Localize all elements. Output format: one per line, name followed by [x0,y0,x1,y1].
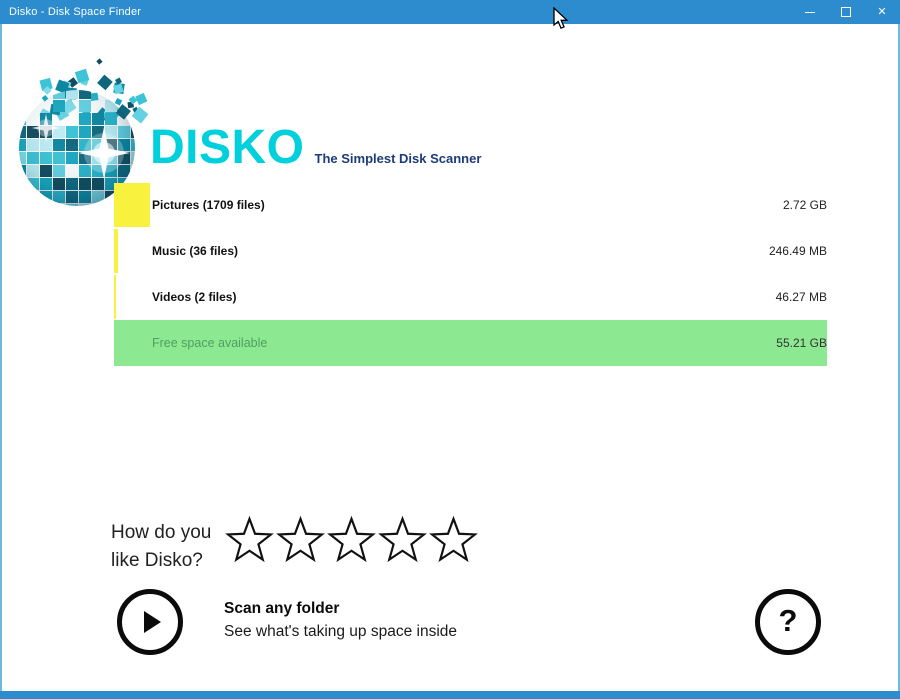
close-icon: ✕ [877,7,886,18]
minimize-button[interactable] [792,0,828,24]
free-space-label: Free space available [152,336,267,350]
rating-question: How do you like Disko? [111,519,211,574]
usage-bar [114,183,150,227]
titlebar[interactable]: Disko - Disk Space Finder ✕ [0,0,900,24]
star-icon[interactable] [276,516,325,563]
star-rating [225,516,478,563]
rating-question-line1: How do you [111,519,211,547]
folder-size: 46.27 MB [776,290,827,304]
scan-subtitle: See what's taking up space inside [224,623,457,641]
folder-row-videos[interactable]: Videos (2 files) 46.27 MB [114,274,827,320]
star-icon[interactable] [429,516,478,563]
bottom-accent-bar [0,691,900,699]
folder-size: 2.72 GB [783,198,827,212]
folder-row-music[interactable]: Music (36 files) 246.49 MB [114,228,827,274]
folder-size: 246.49 MB [769,244,827,258]
free-space-row: Free space available 55.21 GB [114,320,827,366]
scan-title: Scan any folder [224,600,457,618]
folder-label: Pictures (1709 files) [152,198,265,212]
free-space-size: 55.21 GB [776,336,827,350]
star-icon[interactable] [225,516,274,563]
rating-question-line2: like Disko? [111,547,211,575]
star-icon[interactable] [327,516,376,563]
maximize-icon [841,7,851,17]
folder-label: Music (36 files) [152,244,238,258]
play-icon [144,611,161,633]
usage-bar [114,275,116,319]
scan-text-block[interactable]: Scan any folder See what's taking up spa… [224,600,457,641]
brand-header: DISKO The Simplest Disk Scanner [150,120,481,175]
close-button[interactable]: ✕ [864,0,900,24]
window-controls: ✕ [792,0,900,24]
window-title: Disko - Disk Space Finder [0,6,141,18]
app-logo-text: DISKO [150,120,305,175]
app-tagline: The Simplest Disk Scanner [315,151,482,166]
scan-folder-button[interactable] [117,589,183,655]
minimize-icon [805,12,815,13]
question-mark-icon: ? [779,603,798,639]
app-window: Disko - Disk Space Finder ✕ [0,0,900,699]
folder-label: Videos (2 files) [152,290,236,304]
maximize-button[interactable] [828,0,864,24]
help-button[interactable]: ? [755,589,821,655]
folder-row-pictures[interactable]: Pictures (1709 files) 2.72 GB [114,182,827,228]
star-icon[interactable] [378,516,427,563]
usage-bar [114,229,118,273]
folder-list: Pictures (1709 files) 2.72 GB Music (36 … [114,182,827,366]
